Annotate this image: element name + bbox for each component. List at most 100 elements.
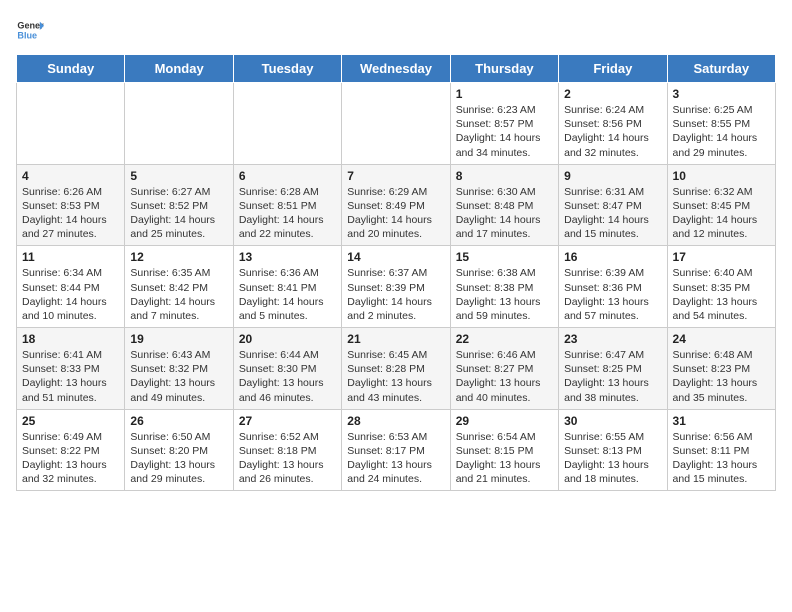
day-info: Sunrise: 6:45 AM Sunset: 8:28 PM Dayligh…: [347, 348, 444, 405]
day-number: 17: [673, 250, 770, 264]
day-info: Sunrise: 6:40 AM Sunset: 8:35 PM Dayligh…: [673, 266, 770, 323]
calendar-body: 1 Sunrise: 6:23 AM Sunset: 8:57 PM Daylig…: [17, 83, 776, 491]
calendar-cell: 17 Sunrise: 6:40 AM Sunset: 8:35 PM Dayli…: [667, 246, 775, 328]
calendar-header-monday: Monday: [125, 55, 233, 83]
calendar-table: SundayMondayTuesdayWednesdayThursdayFrid…: [16, 54, 776, 491]
calendar-week-row: 18Sunrise: 6:41 AM Sunset: 8:33 PM Dayli…: [17, 328, 776, 410]
calendar-cell: 25 Sunrise: 6:49 AM Sunset: 8:22 PM Dayli…: [17, 409, 125, 491]
day-number: 3: [673, 87, 770, 101]
calendar-cell: [233, 83, 341, 165]
calendar-cell: 23 Sunrise: 6:47 AM Sunset: 8:25 PM Dayli…: [559, 328, 667, 410]
day-info: Sunrise: 6:50 AM Sunset: 8:20 PM Dayligh…: [130, 430, 227, 487]
calendar-cell: 8 Sunrise: 6:30 AM Sunset: 8:48 PM Daylig…: [450, 164, 558, 246]
day-number: 26: [130, 414, 227, 428]
day-number: 15: [456, 250, 553, 264]
day-info: Sunrise: 6:53 AM Sunset: 8:17 PM Dayligh…: [347, 430, 444, 487]
day-number: 22: [456, 332, 553, 346]
day-info: Sunrise: 6:24 AM Sunset: 8:56 PM Dayligh…: [564, 103, 661, 160]
day-number: 2: [564, 87, 661, 101]
day-number: 27: [239, 414, 336, 428]
day-info: Sunrise: 6:27 AM Sunset: 8:52 PM Dayligh…: [130, 185, 227, 242]
calendar-cell: 5Sunrise: 6:27 AM Sunset: 8:52 PM Daylig…: [125, 164, 233, 246]
calendar-header-wednesday: Wednesday: [342, 55, 450, 83]
calendar-cell: 13Sunrise: 6:36 AM Sunset: 8:41 PM Dayli…: [233, 246, 341, 328]
day-number: 11: [22, 250, 119, 264]
calendar-cell: 3 Sunrise: 6:25 AM Sunset: 8:55 PM Daylig…: [667, 83, 775, 165]
logo: General Blue: [16, 16, 44, 44]
calendar-cell: [342, 83, 450, 165]
day-info: Sunrise: 6:32 AM Sunset: 8:45 PM Dayligh…: [673, 185, 770, 242]
day-info: Sunrise: 6:49 AM Sunset: 8:22 PM Dayligh…: [22, 430, 119, 487]
calendar-header-tuesday: Tuesday: [233, 55, 341, 83]
calendar-cell: 11Sunrise: 6:34 AM Sunset: 8:44 PM Dayli…: [17, 246, 125, 328]
calendar-cell: 28 Sunrise: 6:53 AM Sunset: 8:17 PM Dayli…: [342, 409, 450, 491]
day-number: 31: [673, 414, 770, 428]
day-info: Sunrise: 6:41 AM Sunset: 8:33 PM Dayligh…: [22, 348, 119, 405]
day-number: 1: [456, 87, 553, 101]
calendar-cell: 9 Sunrise: 6:31 AM Sunset: 8:47 PM Daylig…: [559, 164, 667, 246]
day-info: Sunrise: 6:31 AM Sunset: 8:47 PM Dayligh…: [564, 185, 661, 242]
day-number: 9: [564, 169, 661, 183]
calendar-header-friday: Friday: [559, 55, 667, 83]
day-number: 23: [564, 332, 661, 346]
day-number: 10: [673, 169, 770, 183]
day-info: Sunrise: 6:56 AM Sunset: 8:11 PM Dayligh…: [673, 430, 770, 487]
day-info: Sunrise: 6:47 AM Sunset: 8:25 PM Dayligh…: [564, 348, 661, 405]
day-info: Sunrise: 6:25 AM Sunset: 8:55 PM Dayligh…: [673, 103, 770, 160]
day-info: Sunrise: 6:30 AM Sunset: 8:48 PM Dayligh…: [456, 185, 553, 242]
day-number: 12: [130, 250, 227, 264]
calendar-header-saturday: Saturday: [667, 55, 775, 83]
day-number: 16: [564, 250, 661, 264]
calendar-cell: [17, 83, 125, 165]
day-number: 8: [456, 169, 553, 183]
logo-icon: General Blue: [16, 16, 44, 44]
calendar-cell: 26 Sunrise: 6:50 AM Sunset: 8:20 PM Dayli…: [125, 409, 233, 491]
day-info: Sunrise: 6:52 AM Sunset: 8:18 PM Dayligh…: [239, 430, 336, 487]
calendar-cell: 2 Sunrise: 6:24 AM Sunset: 8:56 PM Daylig…: [559, 83, 667, 165]
day-info: Sunrise: 6:55 AM Sunset: 8:13 PM Dayligh…: [564, 430, 661, 487]
calendar-cell: 27 Sunrise: 6:52 AM Sunset: 8:18 PM Dayli…: [233, 409, 341, 491]
calendar-cell: 20 Sunrise: 6:44 AM Sunset: 8:30 PM Dayli…: [233, 328, 341, 410]
calendar-week-row: 4Sunrise: 6:26 AM Sunset: 8:53 PM Daylig…: [17, 164, 776, 246]
day-info: Sunrise: 6:48 AM Sunset: 8:23 PM Dayligh…: [673, 348, 770, 405]
day-number: 30: [564, 414, 661, 428]
day-number: 28: [347, 414, 444, 428]
header: General Blue: [16, 16, 776, 44]
calendar-cell: 24Sunrise: 6:48 AM Sunset: 8:23 PM Dayli…: [667, 328, 775, 410]
day-number: 6: [239, 169, 336, 183]
calendar-cell: 16 Sunrise: 6:39 AM Sunset: 8:36 PM Dayli…: [559, 246, 667, 328]
calendar-cell: 19Sunrise: 6:43 AM Sunset: 8:32 PM Dayli…: [125, 328, 233, 410]
day-number: 7: [347, 169, 444, 183]
day-info: Sunrise: 6:36 AM Sunset: 8:41 PM Dayligh…: [239, 266, 336, 323]
calendar-cell: [125, 83, 233, 165]
day-number: 19: [130, 332, 227, 346]
day-info: Sunrise: 6:44 AM Sunset: 8:30 PM Dayligh…: [239, 348, 336, 405]
svg-text:Blue: Blue: [17, 30, 37, 40]
calendar-cell: 30 Sunrise: 6:55 AM Sunset: 8:13 PM Dayli…: [559, 409, 667, 491]
calendar-week-row: 1 Sunrise: 6:23 AM Sunset: 8:57 PM Daylig…: [17, 83, 776, 165]
calendar-header-sunday: Sunday: [17, 55, 125, 83]
calendar-cell: 31 Sunrise: 6:56 AM Sunset: 8:11 PM Dayli…: [667, 409, 775, 491]
day-info: Sunrise: 6:37 AM Sunset: 8:39 PM Dayligh…: [347, 266, 444, 323]
day-number: 20: [239, 332, 336, 346]
day-info: Sunrise: 6:39 AM Sunset: 8:36 PM Dayligh…: [564, 266, 661, 323]
calendar-cell: 14 Sunrise: 6:37 AM Sunset: 8:39 PM Dayli…: [342, 246, 450, 328]
calendar-cell: 1 Sunrise: 6:23 AM Sunset: 8:57 PM Daylig…: [450, 83, 558, 165]
day-number: 25: [22, 414, 119, 428]
day-info: Sunrise: 6:29 AM Sunset: 8:49 PM Dayligh…: [347, 185, 444, 242]
day-info: Sunrise: 6:35 AM Sunset: 8:42 PM Dayligh…: [130, 266, 227, 323]
calendar-cell: 15 Sunrise: 6:38 AM Sunset: 8:38 PM Dayli…: [450, 246, 558, 328]
calendar-week-row: 11Sunrise: 6:34 AM Sunset: 8:44 PM Dayli…: [17, 246, 776, 328]
calendar-cell: 22Sunrise: 6:46 AM Sunset: 8:27 PM Dayli…: [450, 328, 558, 410]
calendar-cell: 6Sunrise: 6:28 AM Sunset: 8:51 PM Daylig…: [233, 164, 341, 246]
calendar-cell: 21Sunrise: 6:45 AM Sunset: 8:28 PM Dayli…: [342, 328, 450, 410]
day-number: 29: [456, 414, 553, 428]
day-number: 14: [347, 250, 444, 264]
calendar-cell: 7 Sunrise: 6:29 AM Sunset: 8:49 PM Daylig…: [342, 164, 450, 246]
calendar-header-thursday: Thursday: [450, 55, 558, 83]
day-info: Sunrise: 6:23 AM Sunset: 8:57 PM Dayligh…: [456, 103, 553, 160]
calendar-cell: 12 Sunrise: 6:35 AM Sunset: 8:42 PM Dayli…: [125, 246, 233, 328]
calendar-week-row: 25 Sunrise: 6:49 AM Sunset: 8:22 PM Dayli…: [17, 409, 776, 491]
day-info: Sunrise: 6:38 AM Sunset: 8:38 PM Dayligh…: [456, 266, 553, 323]
calendar-cell: 29Sunrise: 6:54 AM Sunset: 8:15 PM Dayli…: [450, 409, 558, 491]
